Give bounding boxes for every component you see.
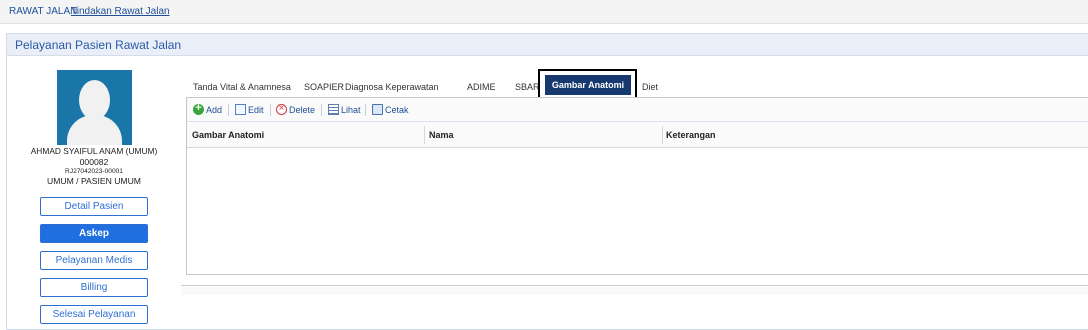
selesai-pelayanan-button[interactable]: Selesai Pelayanan (40, 305, 148, 324)
patient-avatar (57, 70, 132, 145)
patient-category: UMUM / PASIEN UMUM (47, 176, 141, 186)
breadcrumb-root[interactable]: RAWAT JALAN (9, 6, 77, 17)
toolbar-divider (365, 104, 366, 116)
tab-diet[interactable]: Diet (642, 82, 658, 92)
delete-label: Delete (289, 104, 316, 115)
delete-button[interactable]: Delete (276, 103, 316, 115)
detail-pasien-button[interactable]: Detail Pasien (40, 197, 148, 216)
add-label: Add (206, 104, 223, 115)
avatar-shoulders-shape (67, 115, 122, 145)
column-divider[interactable] (662, 126, 663, 144)
toolbar-divider (270, 104, 271, 116)
breadcrumb: RAWAT JALAN Tindakan Rawat Jalan (0, 0, 1088, 24)
edit-label: Edit (248, 104, 264, 115)
toolbar-divider (321, 104, 322, 116)
tab-soapier[interactable]: SOAPIER (304, 82, 344, 92)
delete-icon (276, 103, 287, 115)
breadcrumb-current[interactable]: Tindakan Rawat Jalan (71, 6, 170, 17)
add-button[interactable]: Add (193, 102, 223, 115)
avatar-head-shape (79, 80, 110, 120)
tab-diagnosa-keperawatan[interactable]: Diagnosa Keperawatan (345, 82, 439, 92)
patient-name: AHMAD SYAIFUL ANAM (UMUM) (30, 146, 158, 156)
column-nama[interactable]: Nama (429, 130, 454, 140)
column-divider[interactable] (424, 126, 425, 144)
billing-button[interactable]: Billing (40, 278, 148, 297)
edit-icon (235, 104, 246, 115)
table-header: Gambar Anatomi Nama Keterangan (187, 122, 1088, 148)
column-keterangan[interactable]: Keterangan (666, 130, 716, 140)
view-list-icon (328, 104, 339, 115)
print-icon (372, 104, 383, 115)
toolbar-divider (228, 104, 229, 116)
grid-toolbar: Add Edit Delete Lihat Cetak (187, 98, 1088, 122)
tab-tanda-vital[interactable]: Tanda Vital & Anamnesa (193, 82, 291, 92)
column-gambar-anatomi[interactable]: Gambar Anatomi (192, 130, 264, 140)
askep-button[interactable]: Askep (40, 224, 148, 243)
cetak-label: Cetak (385, 104, 409, 115)
lihat-label: Lihat (341, 104, 361, 115)
anatomy-grid: Add Edit Delete Lihat Cetak Gambar Anato… (186, 97, 1088, 275)
add-icon (193, 102, 204, 115)
edit-button[interactable]: Edit (235, 104, 264, 115)
tab-sbar[interactable]: SBAR (515, 82, 540, 92)
cetak-button[interactable]: Cetak (372, 104, 409, 115)
lihat-button[interactable]: Lihat (328, 104, 361, 115)
panel-title: Pelayanan Pasien Rawat Jalan (7, 34, 1088, 56)
tab-adime[interactable]: ADIME (467, 82, 496, 92)
grid-footer-bar (181, 285, 1088, 295)
pelayanan-medis-button[interactable]: Pelayanan Medis (40, 251, 148, 270)
